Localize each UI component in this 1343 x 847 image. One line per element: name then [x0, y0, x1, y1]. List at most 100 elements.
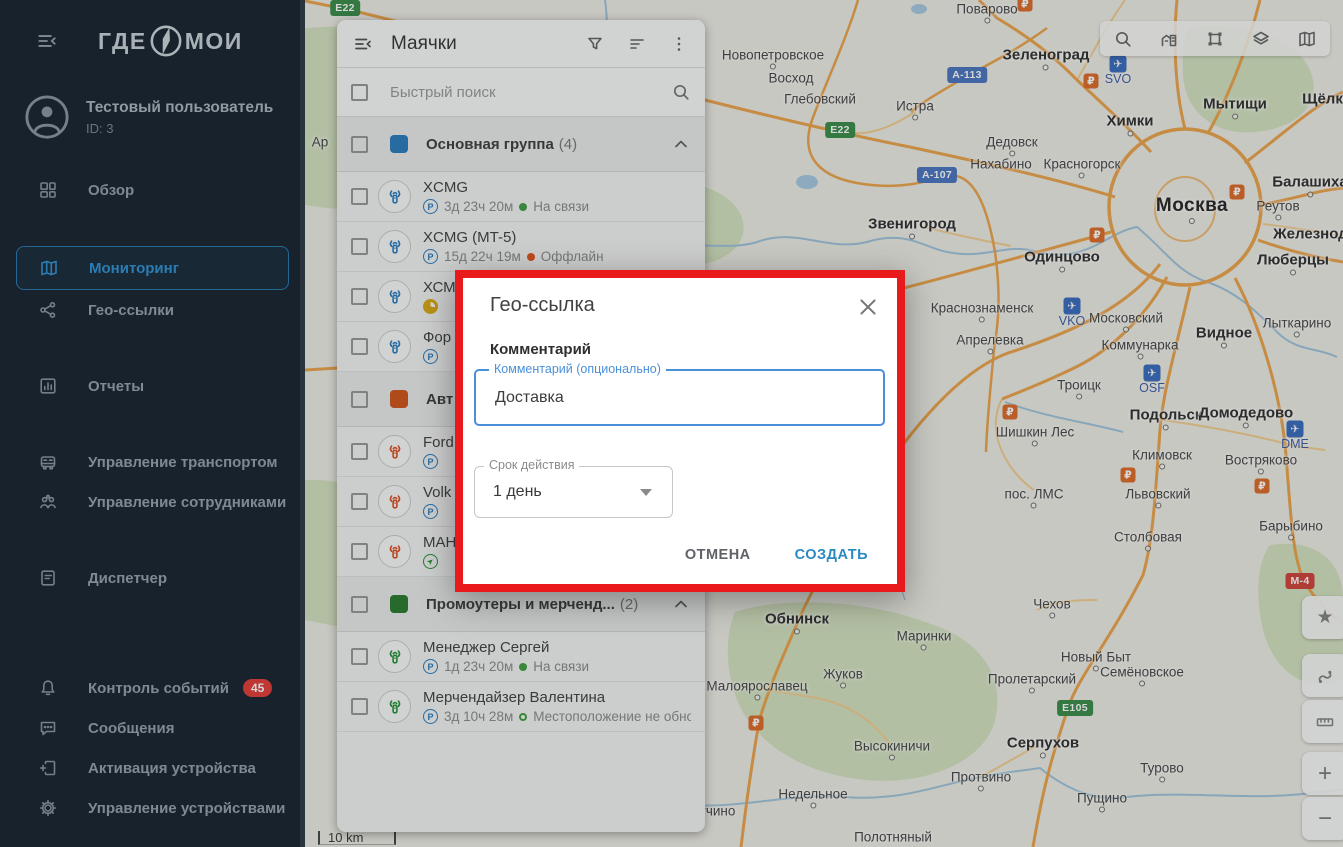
stopped-icon	[423, 299, 438, 314]
map-city-label: Восход	[769, 71, 814, 86]
search-icon[interactable]	[671, 82, 691, 102]
group-checkbox[interactable]	[351, 391, 368, 408]
row-checkbox[interactable]	[351, 648, 368, 665]
document-icon	[38, 568, 60, 588]
close-icon[interactable]	[857, 296, 879, 318]
sort-button[interactable]	[627, 34, 647, 54]
map-city-label: Люберцы	[1257, 252, 1329, 269]
group-name: Основная группа	[426, 136, 554, 153]
create-button[interactable]: СОЗДАТЬ	[795, 547, 868, 563]
search-input[interactable]	[390, 84, 671, 101]
sidebar-item-reports[interactable]: Отчеты	[16, 366, 289, 406]
mall-badge-icon: ₽	[749, 716, 764, 731]
group-checkbox[interactable]	[351, 136, 368, 153]
sidebar-item-dispatcher[interactable]: Диспетчер	[16, 558, 289, 598]
row-checkbox[interactable]	[351, 493, 368, 510]
search-icon[interactable]	[1113, 29, 1133, 49]
share-icon	[38, 300, 60, 320]
cancel-button[interactable]: ОТМЕНА	[685, 547, 751, 563]
polygon-icon[interactable]	[1205, 29, 1225, 49]
sidebar-item-overview[interactable]: Обзор	[16, 170, 289, 210]
beacon-status-line: P	[423, 349, 451, 364]
row-checkbox[interactable]	[351, 288, 368, 305]
map-city-dot	[1232, 114, 1238, 120]
geozones-icon[interactable]	[1159, 29, 1179, 49]
parking-icon: P	[423, 659, 438, 674]
select-all-checkbox[interactable]	[351, 84, 368, 101]
map-city-dot	[1127, 131, 1133, 137]
map-city-label: Домодедово	[1199, 405, 1293, 422]
row-checkbox[interactable]	[351, 543, 368, 560]
bell-icon	[38, 678, 60, 698]
compass-icon	[149, 24, 183, 58]
parking-icon: P	[423, 199, 438, 214]
group-header[interactable]: Основная группа(4)	[337, 117, 705, 172]
chevron-up-icon[interactable]	[671, 134, 691, 154]
comment-input[interactable]	[476, 371, 883, 424]
zoom-out-icon[interactable]: −	[1302, 797, 1343, 840]
layers-icon[interactable]	[1251, 29, 1271, 49]
parking-icon: P	[423, 709, 438, 724]
map-city-label: Новый Быт	[1061, 650, 1131, 665]
zoom-in-icon[interactable]: +	[1302, 752, 1343, 795]
map-city-label: Подольск	[1130, 407, 1203, 424]
map-city-dot	[1137, 354, 1143, 360]
row-checkbox[interactable]	[351, 188, 368, 205]
beacon-status-line: P	[423, 454, 454, 469]
parking-icon: P	[423, 249, 438, 264]
sidebar-item-event-control[interactable]: Контроль событий45	[16, 668, 289, 708]
ruler-icon[interactable]	[1302, 700, 1343, 743]
panel-collapse-icon[interactable]	[353, 34, 373, 54]
moving-icon: ➤	[423, 554, 438, 569]
beacon-name: ХСМ	[423, 279, 456, 296]
beacon-row[interactable]: XCMGP3д 23ч 20мНа связи	[337, 172, 705, 222]
mall-badge-icon: ₽	[1255, 479, 1270, 494]
app-logo: ГДЕ МОИ	[98, 24, 243, 58]
airport-icon: ✈	[1287, 421, 1304, 438]
sidebar-item-label: Мониторинг	[89, 260, 179, 277]
dialog-title: Гео-ссылка	[490, 294, 897, 317]
map-city-label: Звенигород	[868, 216, 956, 233]
beacon-row[interactable]: Менеджер СергейP1д 23ч 20мНа связи	[337, 632, 705, 682]
beacon-row[interactable]: Мерчендайзер ВалентинаP3д 10ч 28мМестопо…	[337, 682, 705, 732]
beacon-name: Мерчендайзер Валентина	[423, 689, 691, 706]
sidebar-item-employee-management[interactable]: Управление сотрудниками	[16, 482, 289, 522]
map-city-label: Пущино	[1077, 791, 1127, 806]
map-icon	[39, 258, 61, 278]
sidebar-item-device-activation[interactable]: Активация устройства	[16, 748, 289, 788]
map-city-label: Краснознаменск	[931, 301, 1034, 316]
sidebar-collapse-icon[interactable]	[36, 30, 58, 52]
row-checkbox[interactable]	[351, 698, 368, 715]
beacon-name: Volk	[423, 484, 451, 501]
status-text: Оффлайн	[541, 249, 604, 264]
map-icon[interactable]	[1297, 29, 1317, 49]
sidebar-item-label: Управление транспортом	[88, 454, 277, 471]
row-checkbox[interactable]	[351, 443, 368, 460]
validity-period-select[interactable]: Срок действия 1 день	[474, 466, 673, 518]
sidebar-item-vehicle-management[interactable]: Управление транспортом	[16, 442, 289, 482]
beacon-name: Фор	[423, 329, 451, 346]
road-badge: А-107	[917, 167, 957, 183]
filter-button[interactable]	[585, 34, 605, 54]
sidebar-item-device-management[interactable]: Управление устройствами	[16, 788, 289, 828]
sidebar-item-messages[interactable]: Сообщения	[16, 708, 289, 748]
user-profile[interactable]: Тестовый пользователь ID: 3	[24, 94, 305, 140]
route-icon[interactable]	[1302, 654, 1343, 697]
sidebar-item-geo-links[interactable]: Гео-ссылки	[16, 290, 289, 330]
row-checkbox[interactable]	[351, 238, 368, 255]
group-checkbox[interactable]	[351, 596, 368, 613]
map-city-label: Видное	[1196, 325, 1252, 342]
more-menu-button[interactable]	[669, 34, 689, 54]
map-city-dot	[1139, 681, 1145, 687]
map-scale: 10 km	[318, 831, 396, 845]
star-icon[interactable]: ★	[1302, 596, 1343, 639]
beacon-icon	[378, 330, 411, 363]
map-city-dot	[984, 18, 990, 24]
beacon-info: FordP	[423, 434, 454, 469]
chevron-up-icon[interactable]	[671, 594, 691, 614]
map-city-label: Щёлко	[1302, 91, 1343, 108]
row-checkbox[interactable]	[351, 338, 368, 355]
sidebar-item-monitoring[interactable]: Мониторинг	[16, 246, 289, 290]
map-city-label: Турово	[1140, 761, 1184, 776]
beacon-row[interactable]: XCMG (MT-5)P15д 22ч 19мОффлайн	[337, 222, 705, 272]
